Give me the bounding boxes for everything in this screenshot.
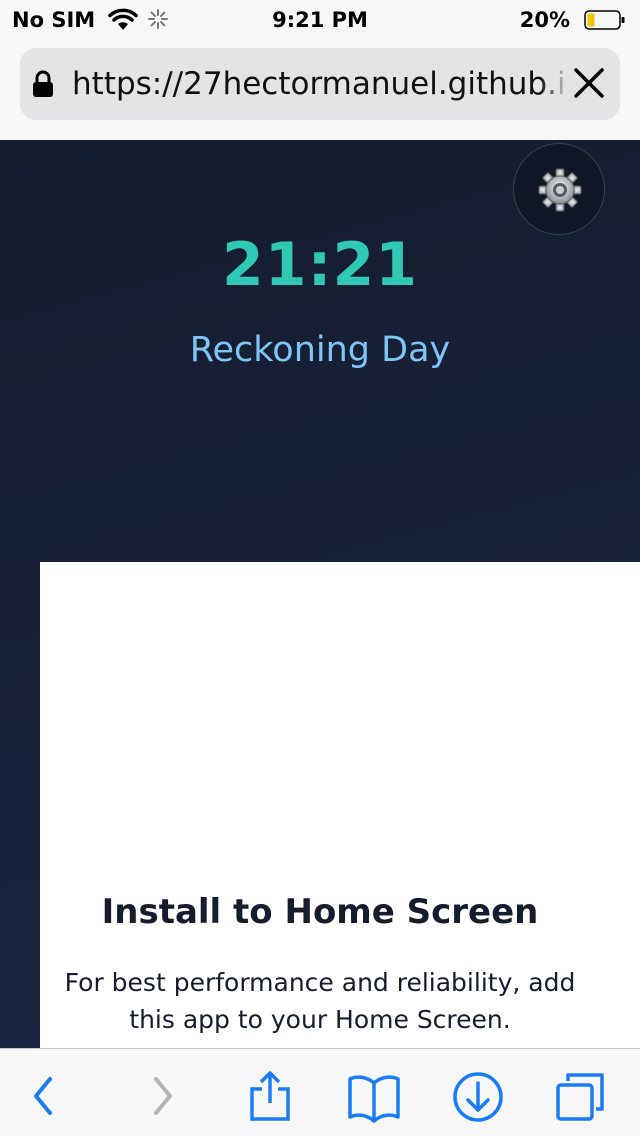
url-text[interactable]: https://27hectormanuel.github.io — [72, 64, 564, 104]
share-button[interactable] — [242, 1069, 298, 1125]
current-time-display: 21:21 — [222, 230, 418, 300]
forward-button[interactable] — [134, 1069, 190, 1125]
share-icon — [250, 1071, 290, 1121]
gear-icon — [538, 168, 582, 212]
battery-icon — [584, 10, 625, 30]
downloads-icon — [453, 1072, 503, 1122]
back-icon — [34, 1077, 52, 1115]
install-prompt-title: Install to Home Screen — [101, 892, 539, 932]
bookmarks-button[interactable] — [346, 1069, 402, 1125]
downloads-button[interactable] — [450, 1069, 506, 1125]
day-name-label: Reckoning Day — [189, 330, 451, 370]
tabs-button[interactable] — [552, 1069, 608, 1125]
forward-icon — [154, 1077, 172, 1115]
tabs-icon — [556, 1073, 604, 1121]
close-icon[interactable] — [572, 66, 606, 105]
url-fade — [540, 58, 570, 110]
install-prompt-description: For best performance and reliability, ad… — [0, 964, 640, 1038]
bookmarks-icon — [348, 1075, 400, 1123]
install-prompt-card: Install to Home Screen For best performa… — [40, 562, 640, 1048]
back-button[interactable] — [16, 1069, 72, 1125]
browser-address-area: https://27hectormanuel.github.io — [0, 40, 640, 160]
status-bar: No SIM 9:21 PM 20% — [0, 0, 640, 40]
install-prompt-line-2: this app to your Home Screen. — [129, 1005, 511, 1034]
settings-button[interactable] — [513, 143, 605, 235]
web-content: 21:21 Reckoning Day Install to Home Scre… — [0, 140, 640, 1048]
lock-icon — [32, 70, 54, 103]
install-prompt-line-1: For best performance and reliability, ad… — [64, 968, 576, 997]
browser-toolbar — [0, 1048, 640, 1136]
battery-percent: 20% — [519, 8, 570, 32]
address-bar[interactable]: https://27hectormanuel.github.io — [20, 48, 620, 120]
